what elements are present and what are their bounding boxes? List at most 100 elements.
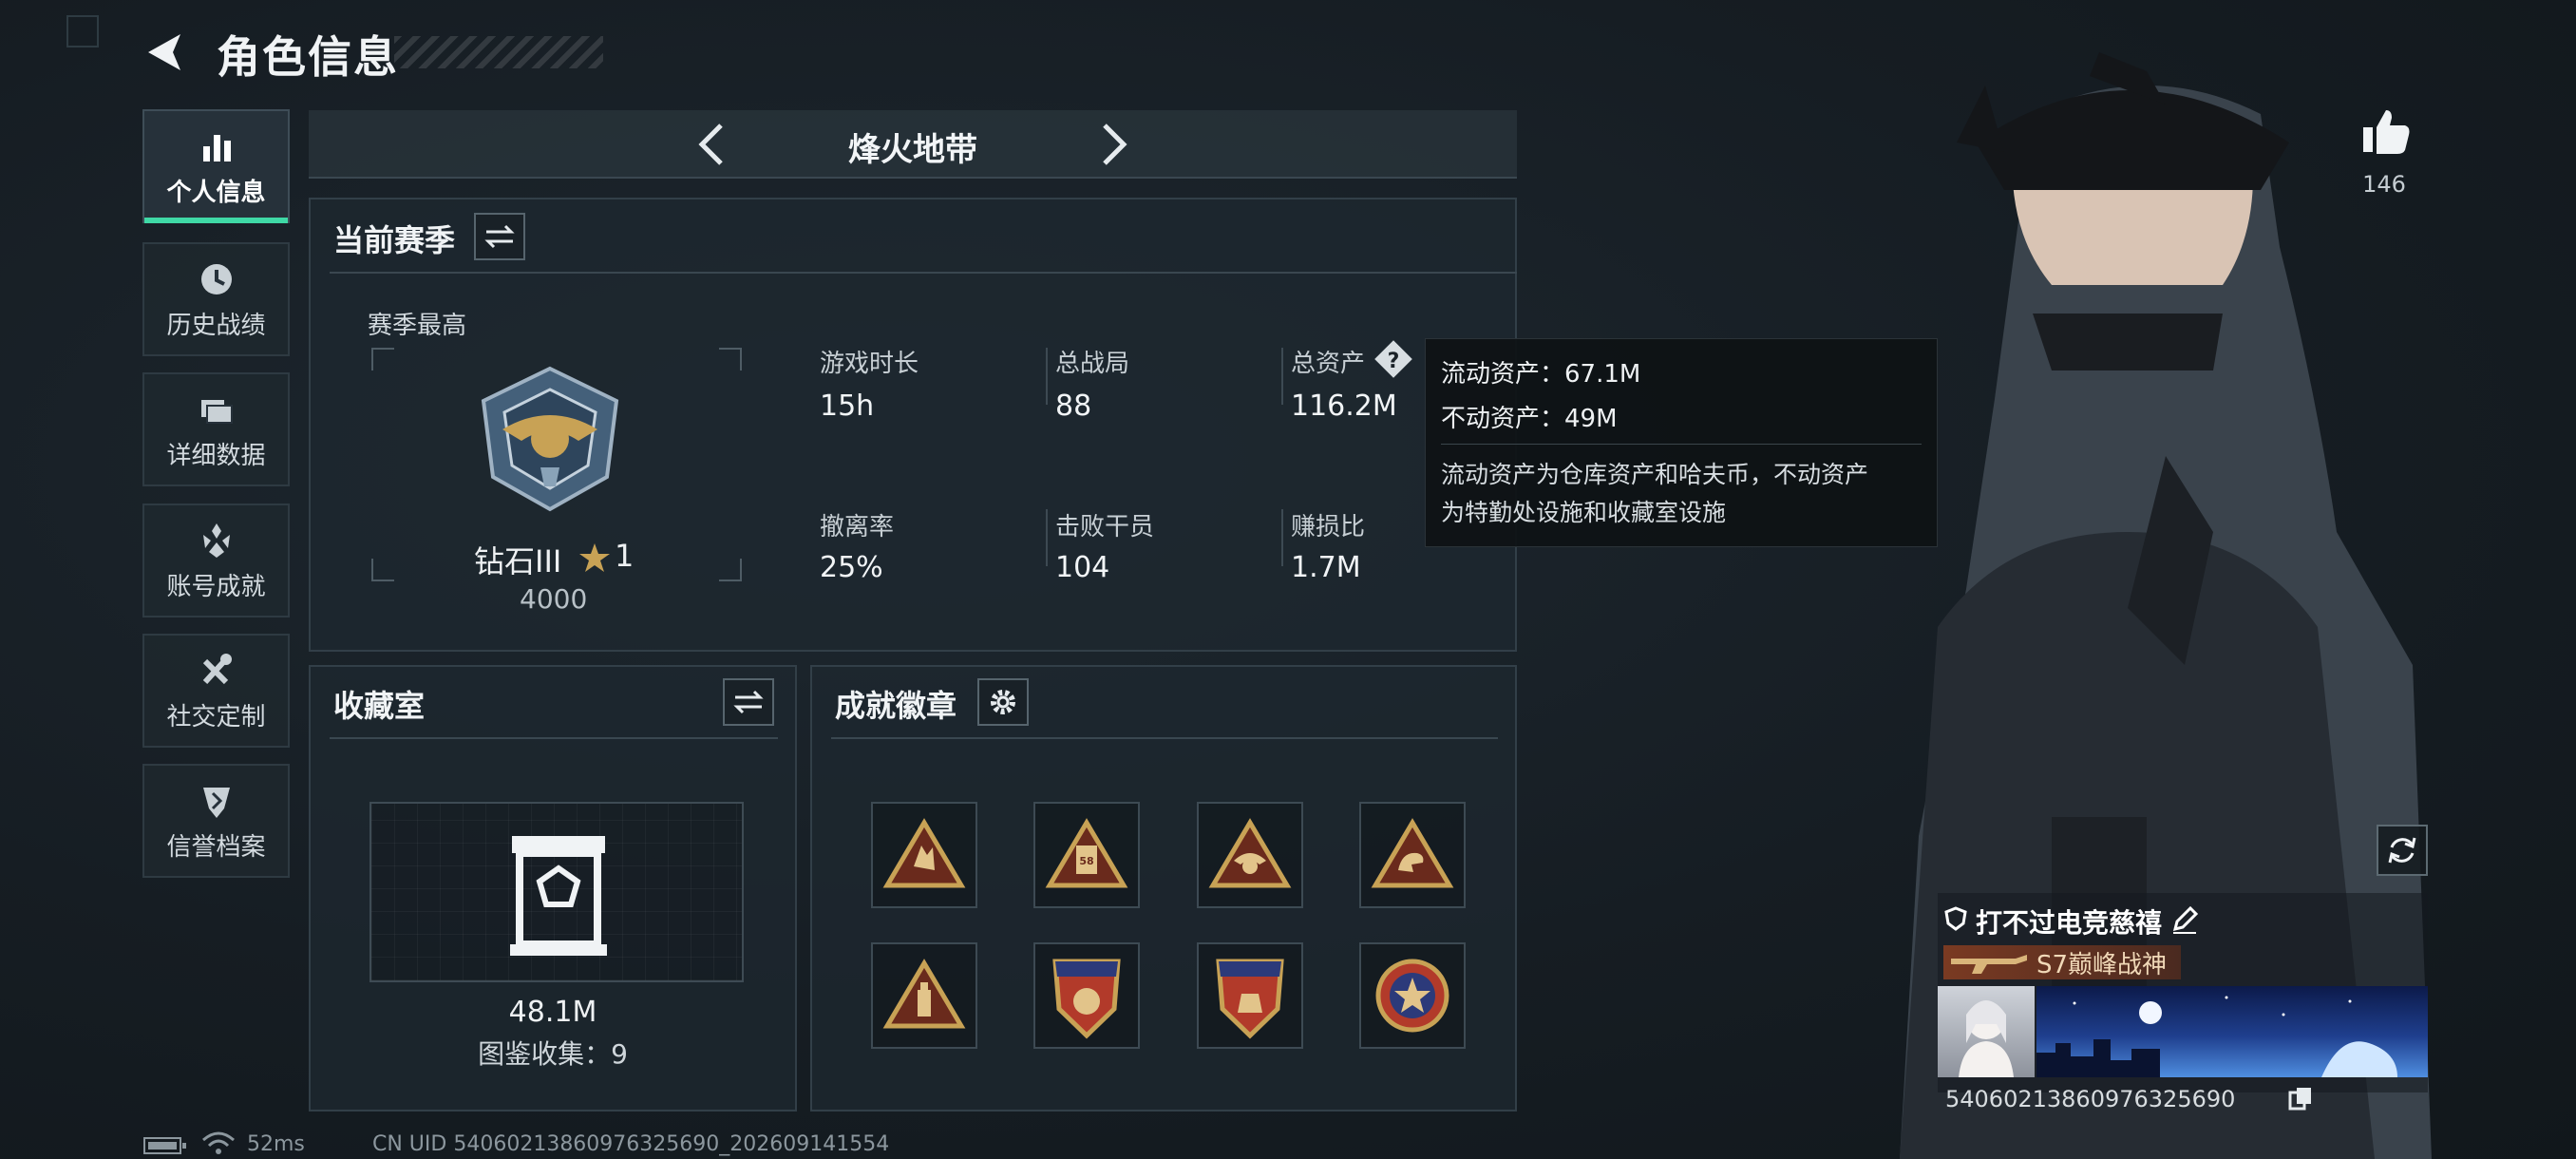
tooltip-liquid-assets: 流动资产：67.1M [1441, 360, 1641, 389]
season-panel: 当前赛季 赛季最高 钻石III 1 4000 游戏时长 15h 总战局 88 总… [309, 198, 1517, 652]
battery-icon [143, 1137, 186, 1154]
shield-icon [202, 787, 230, 818]
clock-icon [200, 263, 232, 294]
sidebar-item-social-custom[interactable]: 社交定制 [142, 634, 290, 748]
sidebar-item-label: 信誉档案 [166, 832, 266, 862]
likes-count: 146 [2362, 171, 2406, 198]
tools-icon [202, 653, 232, 684]
rank-name: 钻石III [474, 543, 562, 580]
star-medal-badge-icon [1375, 959, 1449, 1033]
wifi-icon [202, 1131, 235, 1154]
stat-value: 104 [1055, 551, 1110, 584]
mode-next-button[interactable] [1088, 120, 1137, 169]
collection-switch-button[interactable] [723, 678, 774, 726]
achievement-badge[interactable] [871, 802, 977, 908]
achievement-badge[interactable] [1359, 802, 1466, 908]
season-title: 当前赛季 [333, 222, 456, 258]
sidebar-item-account-achievements[interactable]: 账号成就 [142, 504, 290, 618]
divider [831, 737, 1498, 739]
display-case-icon [510, 836, 607, 956]
collection-panel: 收藏室 48.1M 图鉴收集：9 [309, 665, 797, 1112]
mode-title: 烽火地带 [848, 131, 977, 169]
collection-preview[interactable] [369, 802, 744, 982]
season-peak-label: 赛季最高 [368, 312, 467, 340]
collection-title: 收藏室 [333, 688, 426, 724]
collection-value: 48.1M [508, 996, 597, 1029]
mode-selector: 烽火地带 [309, 110, 1517, 179]
folder-icon [200, 399, 233, 424]
stat-value: 88 [1055, 390, 1092, 423]
divider [1046, 348, 1048, 405]
footer-uid: CN UID 5406021386097632569​0_20260914155… [372, 1132, 890, 1156]
card-58-badge-icon: 58 [1045, 818, 1128, 888]
sidebar-item-label: 详细数据 [166, 441, 266, 470]
back-arrow-icon [148, 34, 180, 70]
stat-value: 25% [820, 551, 883, 584]
achievements-settings-button[interactable] [977, 678, 1029, 726]
stars-shield-badge-icon [1216, 959, 1284, 1039]
divider [1046, 509, 1048, 566]
stat-label: 赚损比 [1291, 513, 1366, 542]
bar-chart-icon [202, 134, 231, 162]
collection-catalog: 图鉴收集：9 [478, 1038, 628, 1070]
thumbs-up-icon[interactable] [2359, 104, 2413, 158]
rank-stars: 1 [615, 538, 635, 574]
season-switch-button[interactable] [474, 213, 525, 260]
credit-shield-icon [1944, 906, 1967, 931]
stat-label: 击败干员 [1055, 513, 1155, 542]
stat-value: 116.2M [1291, 390, 1397, 423]
rank-points: 4000 [520, 583, 588, 615]
achievement-icon [202, 522, 230, 558]
sidebar-item-credit-record[interactable]: 信誉档案 [142, 764, 290, 878]
sidebar-item-label: 社交定制 [166, 702, 266, 732]
player-title: S7巅峰战神 [2036, 950, 2168, 979]
stat-label: 总战局 [1055, 350, 1130, 378]
avatar-portrait-icon [1959, 1000, 2014, 1077]
sidebar-item-detailed-data[interactable]: 详细数据 [142, 372, 290, 486]
edit-icon[interactable] [2169, 904, 2200, 935]
svg-text:58: 58 [1079, 855, 1093, 867]
back-button[interactable] [142, 28, 190, 76]
refresh-icon [2388, 837, 2416, 864]
bottle-badge-icon [882, 959, 966, 1029]
rank-emblem-icon [481, 366, 619, 512]
player-name: 打不过电竞慈禧 [1976, 907, 2163, 939]
star-icon [579, 543, 610, 572]
stat-value: 15h [820, 390, 875, 423]
stars-shield-badge-icon [1052, 959, 1121, 1039]
divider [330, 272, 1517, 274]
rotate-model-button[interactable] [2377, 825, 2428, 876]
help-icon[interactable]: ? [1373, 338, 1414, 380]
player-title-banner: S7巅峰战神 [1943, 945, 2181, 979]
tooltip-description-line: 流动资产为仓库资产和哈夫币，不动资产 [1441, 461, 1869, 488]
rifle-icon [1951, 955, 2027, 974]
player-uid: 5406021386097632569​0 [1945, 1086, 2236, 1112]
achievement-badge[interactable] [1033, 942, 1140, 1049]
sidebar-item-match-history[interactable]: 历史战绩 [142, 242, 290, 356]
profile-banner[interactable] [2036, 986, 2428, 1077]
divider [1281, 348, 1283, 405]
achievement-badge[interactable] [1197, 802, 1303, 908]
achievement-badge[interactable] [871, 942, 977, 1049]
swap-icon [733, 690, 764, 714]
svg-text:?: ? [1388, 350, 1400, 373]
gear-icon [991, 690, 1015, 714]
stat-value: 1.7M [1291, 551, 1361, 584]
tooltip-fixed-assets: 不动资产：49M [1441, 405, 1618, 433]
achievement-badge[interactable] [1197, 942, 1303, 1049]
stat-label: 总资产 [1291, 350, 1366, 378]
stat-label: 撤离率 [820, 513, 895, 542]
corner-decoration [66, 15, 99, 48]
asset-tooltip: 流动资产：67.1M 不动资产：49M 流动资产为仓库资产和哈夫币，不动资产 为… [1425, 338, 1938, 547]
chevron-right-icon [1103, 124, 1127, 165]
sidebar-item-personal-info[interactable]: 个人信息 [142, 109, 290, 223]
sidebar-item-label: 个人信息 [166, 178, 266, 207]
divider [1441, 444, 1922, 445]
achievement-badge[interactable]: 58 [1033, 802, 1140, 908]
night-city-banner-icon [2036, 996, 2397, 1077]
avatar[interactable] [1938, 986, 2035, 1077]
stat-label: 游戏时长 [820, 350, 919, 378]
achievement-badge[interactable] [1359, 942, 1466, 1049]
eagle-badge-icon [1208, 818, 1292, 888]
copy-icon[interactable] [2287, 1085, 2314, 1112]
